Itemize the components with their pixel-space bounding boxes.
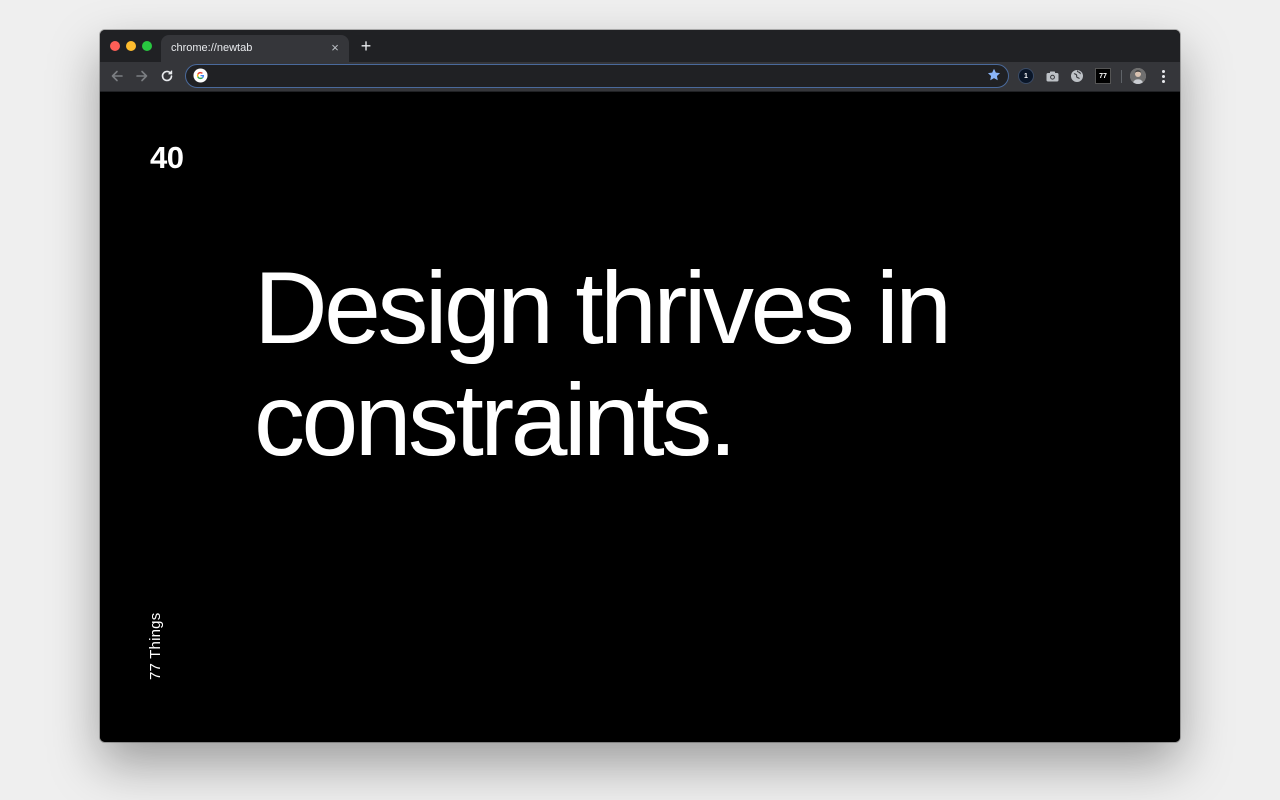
tab-title: chrome://newtab bbox=[171, 42, 253, 54]
arrow-right-icon bbox=[136, 70, 148, 82]
tab-strip: chrome://newtab × + bbox=[100, 30, 1180, 62]
back-button[interactable] bbox=[108, 67, 126, 85]
google-g-icon bbox=[193, 68, 208, 83]
menu-dot bbox=[1161, 74, 1165, 78]
headline-quote: Design thrives in constraints. bbox=[254, 251, 952, 477]
tab-close-icon[interactable]: × bbox=[327, 40, 343, 56]
1password-extension-icon[interactable]: 1 bbox=[1018, 68, 1034, 84]
browser-menu-button[interactable] bbox=[1155, 68, 1171, 84]
reload-button[interactable] bbox=[158, 67, 176, 85]
menu-dot bbox=[1161, 69, 1165, 73]
new-tab-button[interactable]: + bbox=[358, 37, 374, 55]
camera-extension-icon[interactable] bbox=[1044, 68, 1060, 84]
brand-label[interactable]: 77 Things bbox=[147, 613, 164, 680]
address-bar[interactable] bbox=[185, 64, 1009, 88]
star-icon[interactable] bbox=[986, 67, 1002, 83]
window-minimize-button[interactable] bbox=[126, 41, 136, 51]
browser-window: chrome://newtab × + 1 77 40 Design thriv… bbox=[100, 30, 1180, 742]
avatar-icon bbox=[1130, 68, 1146, 84]
reload-icon bbox=[161, 70, 173, 82]
toolbar-divider bbox=[1121, 70, 1122, 83]
camera-icon bbox=[1046, 71, 1058, 81]
pocket-extension-icon[interactable] bbox=[1069, 68, 1085, 84]
globe-icon bbox=[1071, 70, 1083, 82]
tab-newtab[interactable]: chrome://newtab × bbox=[161, 35, 349, 62]
newtab-page: 40 Design thrives in constraints. 77 Thi… bbox=[100, 92, 1180, 742]
forward-button[interactable] bbox=[133, 67, 151, 85]
browser-toolbar: 1 77 bbox=[100, 62, 1180, 92]
address-input[interactable] bbox=[214, 67, 974, 85]
window-close-button[interactable] bbox=[110, 41, 120, 51]
thing-number: 40 bbox=[150, 140, 184, 175]
window-maximize-button[interactable] bbox=[142, 41, 152, 51]
77-things-extension-icon[interactable]: 77 bbox=[1095, 68, 1111, 84]
profile-avatar[interactable] bbox=[1130, 68, 1146, 84]
menu-dot bbox=[1161, 79, 1165, 83]
arrow-left-icon bbox=[111, 70, 123, 82]
